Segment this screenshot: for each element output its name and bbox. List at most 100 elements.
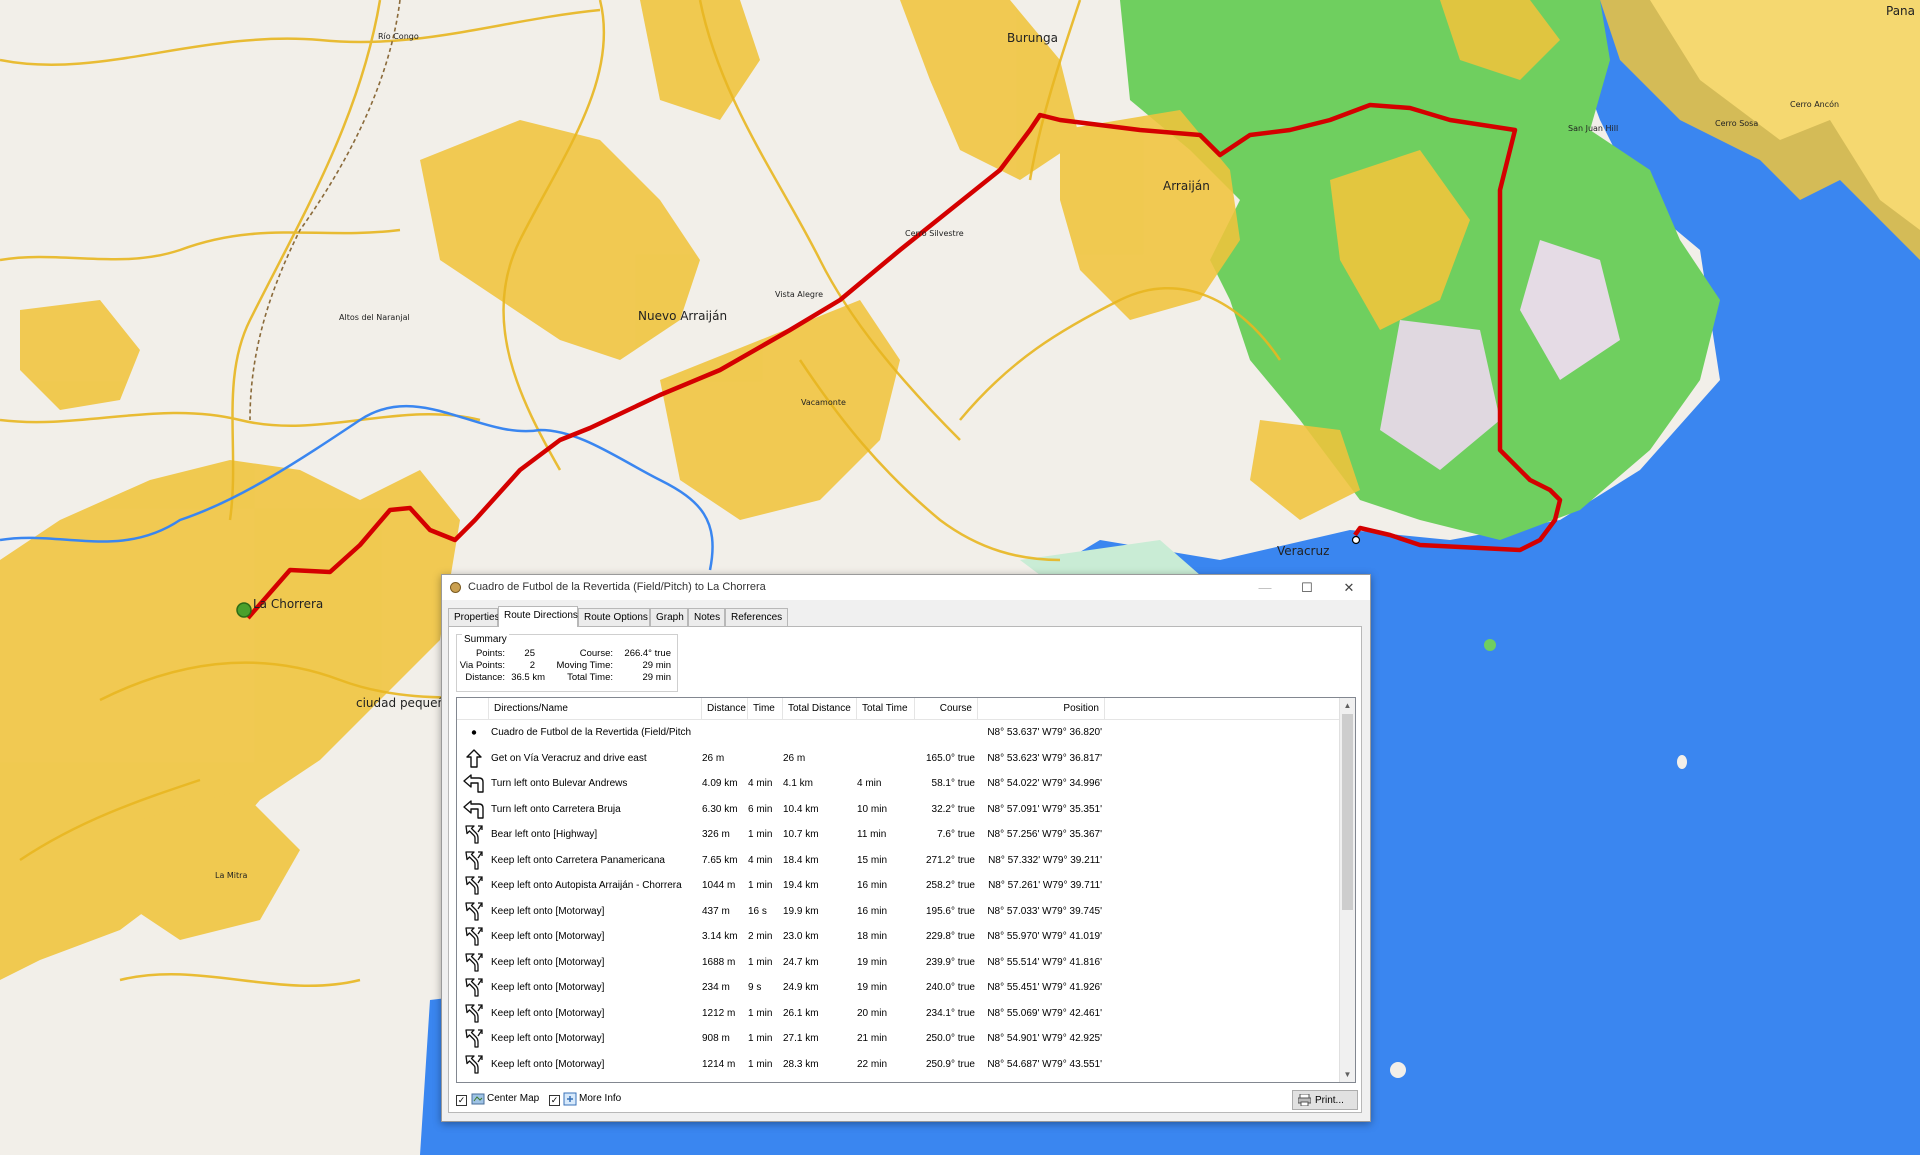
direction-row[interactable]: Keep left onto [Motorway] 1688 m 1 min 24.7… <box>457 950 1341 976</box>
keep-left-icon <box>463 926 485 947</box>
summary-via-value: 2 <box>529 660 535 671</box>
direction-row[interactable]: Cuadro de Futbol de la Revertida (Field/… <box>457 720 1341 746</box>
map-label-pana: Pana <box>1886 4 1916 18</box>
direction-cell-total-time <box>857 746 915 772</box>
tab-references[interactable]: References <box>725 608 788 626</box>
summary-total-label: Total Time: <box>567 672 613 683</box>
more-info-checkbox[interactable]: ✓ <box>549 1095 560 1106</box>
summary-total-value: 29 min <box>642 672 671 683</box>
direction-cell-time: 6 min <box>748 803 773 815</box>
direction-row[interactable]: Keep left onto [Motorway] 908 m 1 min 27.1 … <box>457 1026 1341 1052</box>
column-header-icon[interactable] <box>457 698 489 719</box>
direction-cell-name: Keep left onto [Motorway] <box>491 905 605 917</box>
direction-cell-position: N8° 54.022' W79° 34.996' <box>987 778 1102 789</box>
direction-row[interactable]: Keep left onto Carretera Panamericana 7.6… <box>457 848 1341 874</box>
direction-cell-position: N8° 55.069' W79° 42.461' <box>987 1007 1102 1019</box>
scrollbar-thumb[interactable] <box>1342 714 1353 910</box>
minimize-button[interactable]: — <box>1244 575 1286 600</box>
direction-cell-distance: 437 m <box>702 905 730 917</box>
map-label-vista-alegre: Vista Alegre <box>775 290 823 299</box>
print-button[interactable]: Print... <box>1292 1090 1358 1110</box>
more-info-icon <box>563 1092 577 1106</box>
direction-row[interactable]: Turn left onto Carretera Bruja 6.30 km 6 m… <box>457 797 1341 823</box>
direction-row[interactable]: Keep left onto [Motorway] 1214 m 1 min 28.3… <box>457 1052 1341 1078</box>
vertical-scrollbar[interactable]: ▲ ▼ <box>1339 698 1355 1082</box>
window-title: Cuadro de Futbol de la Revertida (Field/… <box>468 581 766 593</box>
direction-row[interactable]: Keep left onto [Motorway] 234 m 9 s 24.9 km… <box>457 975 1341 1001</box>
column-header-name[interactable]: Directions/Name <box>489 698 702 719</box>
scroll-down-arrow[interactable]: ▼ <box>1340 1067 1355 1082</box>
more-info-label[interactable]: More Info <box>579 1093 621 1104</box>
close-button[interactable]: ✕ <box>1328 575 1370 600</box>
direction-cell-total-time: 11 min <box>857 829 887 840</box>
turn-left-icon <box>463 773 485 794</box>
direction-row[interactable]: Get on Vía Veracruz and drive east 26 m 26… <box>457 746 1341 772</box>
map-label-burunga: Burunga <box>1007 31 1058 45</box>
direction-cell-distance: 26 m <box>702 752 725 764</box>
map-label-altos: Altos del Naranjal <box>339 313 410 322</box>
directions-list[interactable]: Directions/Name Distance Time Total Dist… <box>456 697 1356 1083</box>
direction-cell-position: N8° 55.514' W79° 41.816' <box>987 956 1102 968</box>
keep-left-icon <box>463 824 485 845</box>
direction-cell-total-distance <box>783 720 857 746</box>
direction-cell-name: Get on Vía Veracruz and drive east <box>491 752 647 764</box>
direction-row[interactable]: Keep left onto [Motorway] 1212 m 1 min 26.1… <box>457 1001 1341 1027</box>
direction-cell-name: Bear left onto [Highway] <box>491 829 598 840</box>
direction-cell-position: N8° 53.637' W79° 36.820' <box>987 727 1102 738</box>
route-end-marker <box>1351 535 1361 545</box>
column-header-total-distance[interactable]: Total Distance <box>783 698 857 719</box>
tab-graph[interactable]: Graph <box>650 608 688 626</box>
column-header-distance[interactable]: Distance <box>702 698 748 719</box>
direction-cell-course: 7.6° true <box>937 829 975 840</box>
direction-row[interactable]: Bear left onto [Highway] 326 m 1 min 10.7 k… <box>457 822 1341 848</box>
direction-cell-name: Keep left onto [Motorway] <box>491 1007 605 1019</box>
direction-cell-total-time: 18 min <box>857 931 888 942</box>
summary-legend: Summary <box>462 634 509 645</box>
direction-row[interactable]: Keep left onto [Motorway] 437 m 16 s 19.9 k… <box>457 899 1341 925</box>
direction-cell-distance: 7.65 km <box>702 854 738 866</box>
center-map-checkbox[interactable]: ✓ <box>456 1095 467 1106</box>
direction-cell-total-distance: 24.7 km <box>783 956 819 968</box>
direction-cell-course: 240.0° true <box>925 982 975 993</box>
tab-notes[interactable]: Notes <box>688 608 725 626</box>
printer-icon <box>1298 1094 1311 1106</box>
direction-row[interactable]: Turn left onto Bulevar Andrews 4.09 km 4 m… <box>457 771 1341 797</box>
tab-properties[interactable]: Properties <box>448 608 500 626</box>
direction-row[interactable]: Keep left onto [Motorway] 3.14 km 2 min 23.… <box>457 924 1341 950</box>
direction-cell-position: N8° 57.033' W79° 39.745' <box>987 905 1102 917</box>
direction-cell-distance: 1212 m <box>702 1007 736 1019</box>
map-label-cerro-ancon: Cerro Ancón <box>1790 100 1840 109</box>
dialog-footer: ✓ Center Map ✓ More Info Print... <box>449 1088 1363 1114</box>
keep-left-icon <box>463 1054 485 1075</box>
direction-cell-total-time <box>857 720 915 746</box>
scroll-up-arrow[interactable]: ▲ <box>1340 698 1355 713</box>
column-header-time[interactable]: Time <box>748 698 783 719</box>
tab-route-options[interactable]: Route Options <box>578 608 650 626</box>
center-map-label[interactable]: Center Map <box>487 1093 539 1104</box>
map-label-ciudad: ciudad pequeñ <box>356 696 446 710</box>
direction-cell-course: 258.2° true <box>925 880 975 891</box>
direction-cell-time: 2 min <box>748 931 773 942</box>
direction-cell-time <box>748 746 783 772</box>
maximize-button[interactable]: ☐ <box>1286 575 1328 600</box>
direction-cell-time <box>748 720 783 746</box>
direction-cell-time: 4 min <box>748 778 773 789</box>
direction-cell-distance: 326 m <box>702 829 730 840</box>
tab-route-directions[interactable]: Route Directions <box>498 606 578 627</box>
direction-row[interactable]: Keep left onto Autopista Arraiján - Chor… <box>457 873 1341 899</box>
map-label-cerro-silvestre: Cerro Silvestre <box>905 229 964 238</box>
direction-cell-total-distance: 23.0 km <box>783 931 819 942</box>
keep-left-icon <box>463 1003 485 1024</box>
summary-course-value: 266.4° true <box>624 648 671 659</box>
title-bar[interactable]: Cuadro de Futbol de la Revertida (Field/… <box>442 575 1370 600</box>
column-header-position[interactable]: Position <box>978 698 1105 719</box>
direction-cell-position: N8° 57.256' W79° 35.367' <box>987 829 1102 840</box>
direction-cell-distance: 1688 m <box>702 956 736 968</box>
direction-cell-name: Keep left onto [Motorway] <box>491 1058 605 1070</box>
column-header-course[interactable]: Course <box>915 698 978 719</box>
route-properties-dialog: Cuadro de Futbol de la Revertida (Field/… <box>441 574 1371 1122</box>
column-header-total-time[interactable]: Total Time <box>857 698 915 719</box>
directions-header: Directions/Name Distance Time Total Dist… <box>457 698 1341 720</box>
direction-cell-position: N8° 57.261' W79° 39.711' <box>988 880 1102 891</box>
summary-moving-value: 29 min <box>642 660 671 671</box>
